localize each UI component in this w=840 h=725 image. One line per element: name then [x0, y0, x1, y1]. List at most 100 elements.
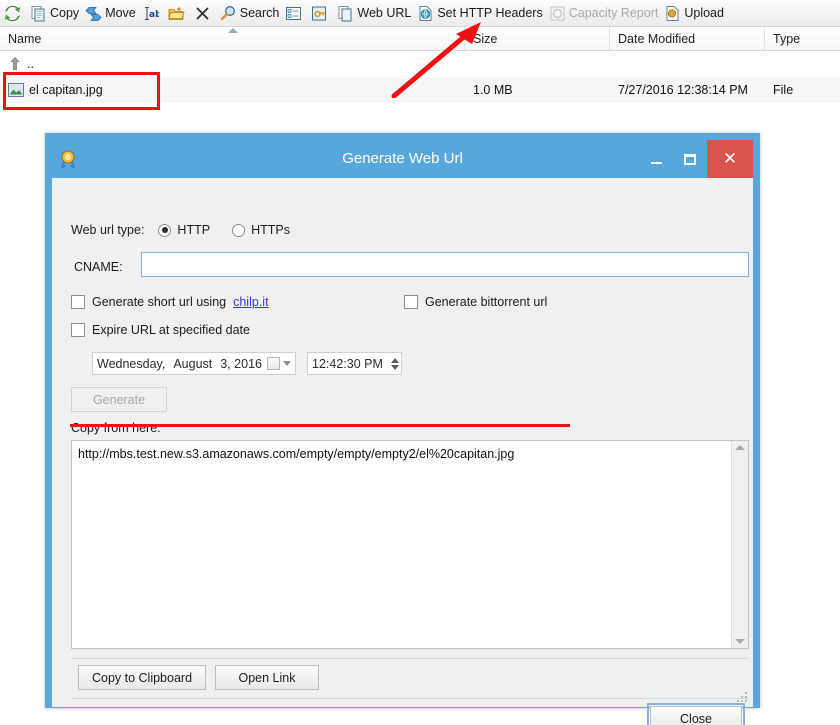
copy-from-here-label: Copy from here: [71, 421, 161, 435]
time-stepper[interactable] [391, 357, 401, 370]
cname-label: CNAME: [74, 260, 123, 274]
stepper-up-icon [391, 357, 399, 363]
toolbar-item-copy[interactable]: Copy [28, 1, 83, 25]
scroll-up-icon[interactable] [735, 445, 745, 450]
stepper-down-icon [391, 364, 399, 370]
toolbar-item-permissions[interactable] [309, 1, 335, 25]
expiry-day-year: 3, 2016 [220, 356, 262, 371]
capacity-report-icon [550, 6, 565, 20]
file-name-cell: el capitan.jpg [0, 77, 465, 103]
toolbar-label: Search [239, 5, 280, 20]
file-type-cell: File [773, 83, 794, 97]
checkbox-generate-short-url[interactable]: Generate short url using chilp.it [71, 295, 269, 309]
cname-input[interactable] [141, 252, 749, 277]
resize-grip[interactable] [737, 692, 749, 704]
cname-row: CNAME: [74, 260, 123, 274]
copy-to-clipboard-button[interactable]: Copy to Clipboard [78, 665, 206, 690]
file-name-label: el capitan.jpg [29, 83, 103, 97]
radio-http-indicator [158, 223, 172, 237]
toolbar-label: Move [105, 5, 136, 20]
expiry-time-picker[interactable]: 12:42:30 PM [307, 352, 402, 375]
file-name-cell: .. [0, 51, 465, 77]
dialog-title-bar[interactable]: Generate Web Url ✕ [52, 140, 753, 178]
generate-web-url-dialog: Generate Web Url ✕ Web url type: HTTP HT… [45, 133, 760, 725]
image-file-icon [8, 83, 24, 97]
column-header-date-modified[interactable]: Date Modified [610, 27, 765, 50]
checkbox-indicator [404, 295, 418, 309]
table-row[interactable]: el capitan.jpg 1.0 MB 7/27/2016 12:38:14… [0, 77, 840, 103]
toolbar-item-web-url[interactable]: Web URL [335, 1, 415, 25]
checkbox-indicator [71, 295, 85, 309]
calendar-icon [267, 357, 280, 370]
up-directory-icon [10, 57, 20, 70]
url-type-label: Web url type: [71, 223, 145, 237]
upload-icon [666, 5, 679, 21]
http-headers-icon [419, 5, 432, 21]
divider [71, 658, 749, 659]
radio-https[interactable]: HTTPs [232, 223, 290, 237]
column-header-label: Size [473, 31, 498, 46]
checkbox-label: Generate short url using [92, 295, 227, 309]
toolbar-item-refresh[interactable] [2, 1, 28, 25]
expiry-weekday: Wednesday, [97, 356, 166, 371]
checkbox-expire-url[interactable]: Expire URL at specified date [71, 323, 250, 337]
radio-https-indicator [232, 223, 246, 237]
open-link-button[interactable]: Open Link [215, 665, 319, 690]
expiry-month: August [173, 356, 213, 371]
generate-button: Generate [71, 387, 167, 412]
expiry-date-picker[interactable]: Wednesday, August 3, 2016 [92, 352, 296, 375]
toolbar-item-delete[interactable] [192, 1, 218, 25]
file-list: Name Size Date Modified Type .. el capit… [0, 27, 840, 117]
textarea-scrollbar[interactable] [731, 441, 748, 648]
application-window: Copy Move ab Search Web URL Set HTTP Hea… [0, 0, 840, 725]
toolbar-item-upload[interactable]: Upload [662, 1, 728, 25]
chilp-it-link[interactable]: chilp.it [233, 295, 268, 309]
toolbar-label: Capacity Report [568, 5, 659, 20]
copy-icon [31, 5, 45, 21]
expire-row: Expire URL at specified date [71, 323, 250, 337]
toolbar-label: Set HTTP Headers [437, 5, 543, 20]
file-list-header: Name Size Date Modified Type [0, 27, 840, 51]
column-header-label: Type [773, 31, 801, 46]
checkbox-indicator [71, 323, 85, 337]
copy-from-here-row: Copy from here: [71, 421, 161, 435]
checkbox-generate-bittorrent-url[interactable]: Generate bittorrent url [404, 295, 547, 309]
radio-https-label: HTTPs [251, 223, 290, 237]
radio-http-label: HTTP [177, 223, 211, 237]
toolbar-label: Upload [684, 5, 724, 20]
divider [71, 698, 749, 699]
refresh-icon [4, 5, 21, 21]
toolbar-label: Web URL [357, 5, 412, 20]
radio-http[interactable]: HTTP [158, 223, 210, 237]
toolbar-item-properties[interactable] [283, 1, 309, 25]
permissions-key-icon [312, 6, 327, 20]
rename-icon: ab [144, 6, 159, 20]
web-url-icon [338, 5, 352, 21]
column-header-name[interactable]: Name [0, 27, 465, 50]
file-size-cell: 1.0 MB [473, 83, 513, 97]
new-folder-icon [168, 6, 185, 20]
properties-icon [286, 6, 302, 20]
file-name-label: .. [27, 57, 34, 71]
toolbar-item-capacity-report: Capacity Report [547, 1, 663, 25]
scroll-down-icon[interactable] [735, 639, 745, 644]
checkbox-label: Generate bittorrent url [425, 295, 548, 309]
toolbar-item-move[interactable]: Move [83, 1, 140, 25]
dialog-body: Web url type: HTTP HTTPs CNAME: Generate… [52, 178, 753, 725]
table-row[interactable]: .. [0, 51, 840, 77]
checkbox-label: Expire URL at specified date [92, 323, 250, 337]
toolbar-item-search[interactable]: Search [218, 1, 284, 25]
delete-icon [196, 7, 209, 19]
column-header-type[interactable]: Type [765, 27, 840, 50]
svg-text:ab: ab [149, 10, 159, 20]
close-dialog-button[interactable]: Close [647, 703, 745, 725]
toolbar-label: Copy [50, 5, 80, 20]
toolbar-item-rename[interactable]: ab [140, 1, 166, 25]
generated-url-textarea[interactable]: http://mbs.test.new.s3.amazonaws.com/emp… [71, 440, 749, 649]
column-header-size[interactable]: Size [465, 27, 610, 50]
column-header-label: Date Modified [618, 31, 696, 46]
calendar-dropdown-button[interactable] [267, 357, 295, 370]
toolbar-item-new-folder[interactable] [166, 1, 192, 25]
sort-ascending-icon [228, 28, 238, 33]
toolbar-item-set-http-headers[interactable]: Set HTTP Headers [415, 1, 546, 25]
